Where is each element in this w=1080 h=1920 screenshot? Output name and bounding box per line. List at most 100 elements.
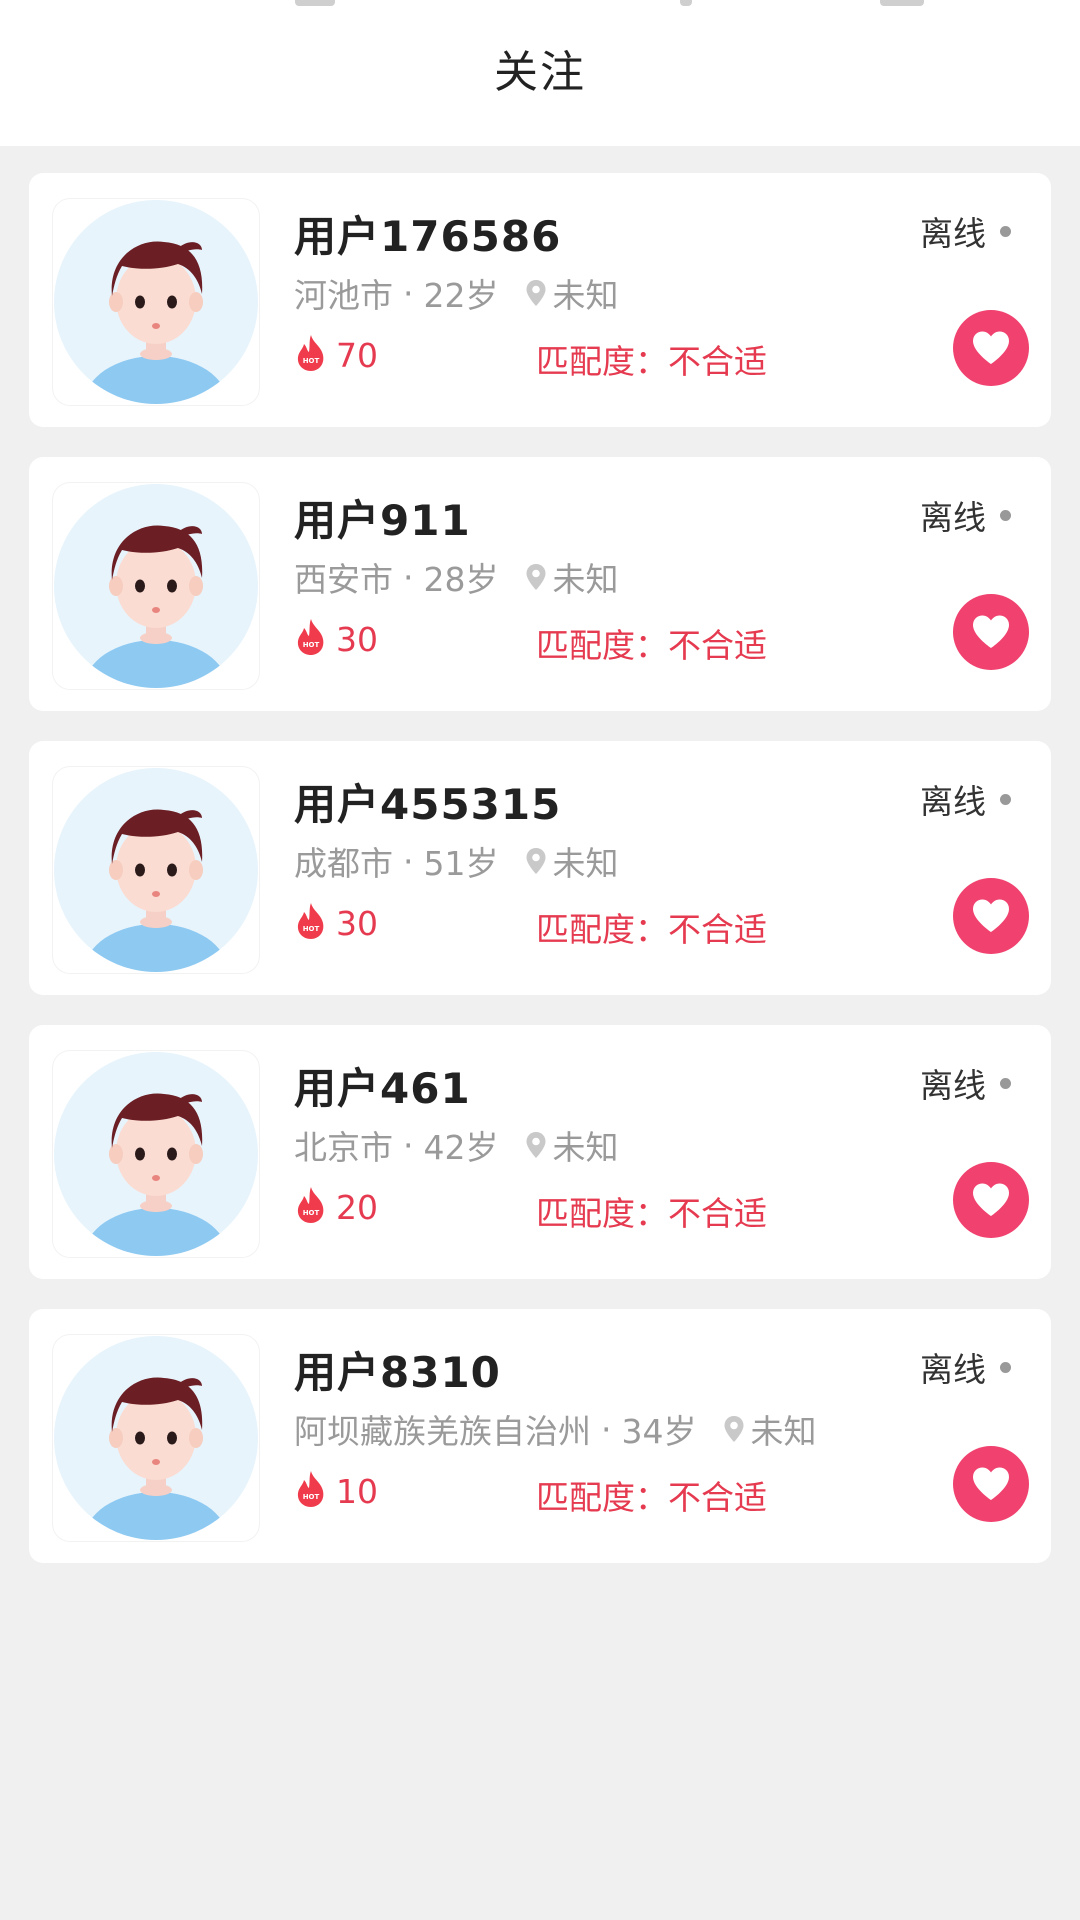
hot-flame-icon: HOT xyxy=(294,901,328,945)
user-card[interactable]: 用户911 西安市 · 28岁 未知 HOT 30 匹配度：不合适 离线 xyxy=(29,457,1051,711)
user-card[interactable]: 用户461 北京市 · 42岁 未知 HOT 20 匹配度：不合适 离线 xyxy=(29,1025,1051,1279)
status-bar-fragment xyxy=(295,0,335,6)
default-male-avatar-icon xyxy=(54,768,258,972)
online-status: 离线 xyxy=(920,775,1011,823)
meta-separator: · xyxy=(601,1409,612,1449)
user-location: 未知 xyxy=(552,276,619,315)
online-status: 离线 xyxy=(920,207,1011,255)
user-age: 51岁 xyxy=(423,844,499,883)
user-meta: 北京市 · 42岁 未知 xyxy=(294,1121,619,1169)
user-age: 34岁 xyxy=(621,1412,697,1451)
status-bar xyxy=(0,0,1080,14)
user-city: 阿坝藏族羌族自治州 xyxy=(294,1412,591,1451)
hot-score-value: 20 xyxy=(336,1187,378,1227)
match-level: 匹配度：不合适 xyxy=(536,1478,767,1517)
like-button[interactable] xyxy=(953,594,1029,670)
online-status: 离线 xyxy=(920,491,1011,539)
offline-dot-icon xyxy=(1000,1361,1011,1373)
user-meta: 河池市 · 22岁 未知 xyxy=(294,269,619,317)
match-level: 匹配度：不合适 xyxy=(536,1194,767,1233)
hot-score-value: 30 xyxy=(336,619,378,659)
user-name[interactable]: 用户455315 xyxy=(294,771,561,832)
heart-icon xyxy=(973,1467,1009,1500)
online-status: 离线 xyxy=(920,1059,1011,1107)
hot-score-value: 10 xyxy=(336,1471,378,1511)
page-title: 关注 xyxy=(494,47,586,98)
user-city: 成都市 xyxy=(294,844,393,883)
hot-score: HOT 10 xyxy=(294,1469,378,1513)
meta-separator: · xyxy=(403,1125,414,1165)
avatar[interactable] xyxy=(52,1050,260,1258)
user-card[interactable]: 用户176586 河池市 · 22岁 未知 HOT 70 匹配度：不合适 离线 xyxy=(29,173,1051,427)
user-age: 28岁 xyxy=(423,560,499,599)
status-bar-fragment xyxy=(680,0,692,6)
status-bar-fragment xyxy=(880,0,924,6)
match-level: 匹配度：不合适 xyxy=(536,910,767,949)
page-header: 关注 xyxy=(0,14,1080,146)
location-pin-icon xyxy=(723,1415,745,1443)
hot-score-value: 30 xyxy=(336,903,378,943)
user-card[interactable]: 用户455315 成都市 · 51岁 未知 HOT 30 匹配度：不合适 离线 xyxy=(29,741,1051,995)
hot-flame-icon: HOT xyxy=(294,1185,328,1229)
offline-dot-icon xyxy=(1000,225,1011,237)
user-location: 未知 xyxy=(750,1412,817,1451)
svg-text:HOT: HOT xyxy=(303,641,320,649)
match-level: 匹配度：不合适 xyxy=(536,626,767,665)
like-button[interactable] xyxy=(953,310,1029,386)
heart-icon xyxy=(973,331,1009,364)
location-pin-icon xyxy=(525,1131,547,1159)
like-button[interactable] xyxy=(953,878,1029,954)
location-pin-icon xyxy=(525,563,547,591)
hot-flame-icon: HOT xyxy=(294,1469,328,1513)
online-status-label: 离线 xyxy=(920,214,986,253)
meta-separator: · xyxy=(403,557,414,597)
online-status-label: 离线 xyxy=(920,498,986,537)
user-card[interactable]: 用户8310 阿坝藏族羌族自治州 · 34岁 未知 HOT 10 匹配度：不合适… xyxy=(29,1309,1051,1563)
user-name[interactable]: 用户461 xyxy=(294,1055,471,1116)
hot-flame-icon: HOT xyxy=(294,617,328,661)
user-meta: 成都市 · 51岁 未知 xyxy=(294,837,619,885)
heart-icon xyxy=(973,1183,1009,1216)
location-pin-icon xyxy=(525,847,547,875)
default-male-avatar-icon xyxy=(54,200,258,404)
user-name[interactable]: 用户911 xyxy=(294,487,471,548)
user-location: 未知 xyxy=(552,844,619,883)
meta-separator: · xyxy=(403,841,414,881)
offline-dot-icon xyxy=(1000,793,1011,805)
hot-score: HOT 30 xyxy=(294,617,378,661)
user-city: 西安市 xyxy=(294,560,393,599)
online-status-label: 离线 xyxy=(920,782,986,821)
online-status-label: 离线 xyxy=(920,1066,986,1105)
offline-dot-icon xyxy=(1000,1077,1011,1089)
offline-dot-icon xyxy=(1000,509,1011,521)
hot-score: HOT 20 xyxy=(294,1185,378,1229)
user-meta: 阿坝藏族羌族自治州 · 34岁 未知 xyxy=(294,1405,817,1453)
avatar[interactable] xyxy=(52,766,260,974)
avatar[interactable] xyxy=(52,482,260,690)
location-pin-icon xyxy=(525,279,547,307)
hot-score: HOT 70 xyxy=(294,333,378,377)
hot-flame-icon: HOT xyxy=(294,333,328,377)
user-name[interactable]: 用户176586 xyxy=(294,203,561,264)
heart-icon xyxy=(973,615,1009,648)
user-age: 42岁 xyxy=(423,1128,499,1167)
heart-icon xyxy=(973,899,1009,932)
user-age: 22岁 xyxy=(423,276,499,315)
like-button[interactable] xyxy=(953,1162,1029,1238)
user-location: 未知 xyxy=(552,560,619,599)
default-male-avatar-icon xyxy=(54,1336,258,1540)
svg-text:HOT: HOT xyxy=(303,925,320,933)
user-location: 未知 xyxy=(552,1128,619,1167)
user-city: 北京市 xyxy=(294,1128,393,1167)
svg-text:HOT: HOT xyxy=(303,1209,320,1217)
like-button[interactable] xyxy=(953,1446,1029,1522)
hot-score: HOT 30 xyxy=(294,901,378,945)
online-status-label: 离线 xyxy=(920,1350,986,1389)
user-meta: 西安市 · 28岁 未知 xyxy=(294,553,619,601)
user-name[interactable]: 用户8310 xyxy=(294,1339,501,1400)
avatar[interactable] xyxy=(52,198,260,406)
meta-separator: · xyxy=(403,273,414,313)
avatar[interactable] xyxy=(52,1334,260,1542)
hot-score-value: 70 xyxy=(336,335,378,375)
online-status: 离线 xyxy=(920,1343,1011,1391)
